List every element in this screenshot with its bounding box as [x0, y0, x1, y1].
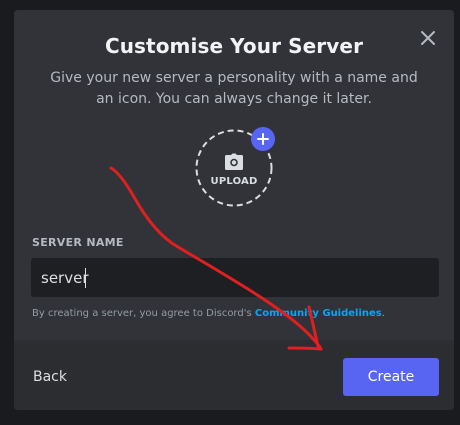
camera-icon — [225, 153, 243, 170]
terms-suffix: . — [381, 308, 385, 319]
modal-title: Customise Your Server — [104, 34, 364, 58]
terms-prefix: By creating a server, you agree to Disco… — [32, 308, 255, 319]
upload-label: UPLOAD — [210, 176, 258, 187]
create-button[interactable]: Create — [343, 358, 439, 396]
modal-subtitle: Give your new server a personality with … — [50, 70, 418, 107]
server-name-label: SERVER NAME — [32, 236, 124, 249]
server-name-input[interactable] — [31, 258, 439, 297]
close-button[interactable] — [416, 26, 440, 50]
close-icon — [421, 31, 435, 45]
back-button[interactable]: Back — [22, 365, 78, 389]
upload-icon-button[interactable]: UPLOAD — [195, 127, 275, 207]
add-badge — [251, 127, 275, 151]
plus-icon — [257, 133, 269, 145]
create-server-modal: Customise Your Server Give your new serv… — [14, 10, 454, 410]
text-caret — [85, 268, 86, 288]
community-guidelines-link[interactable]: Community Guidelines — [255, 308, 382, 319]
terms-notice: By creating a server, you agree to Disco… — [32, 308, 385, 319]
